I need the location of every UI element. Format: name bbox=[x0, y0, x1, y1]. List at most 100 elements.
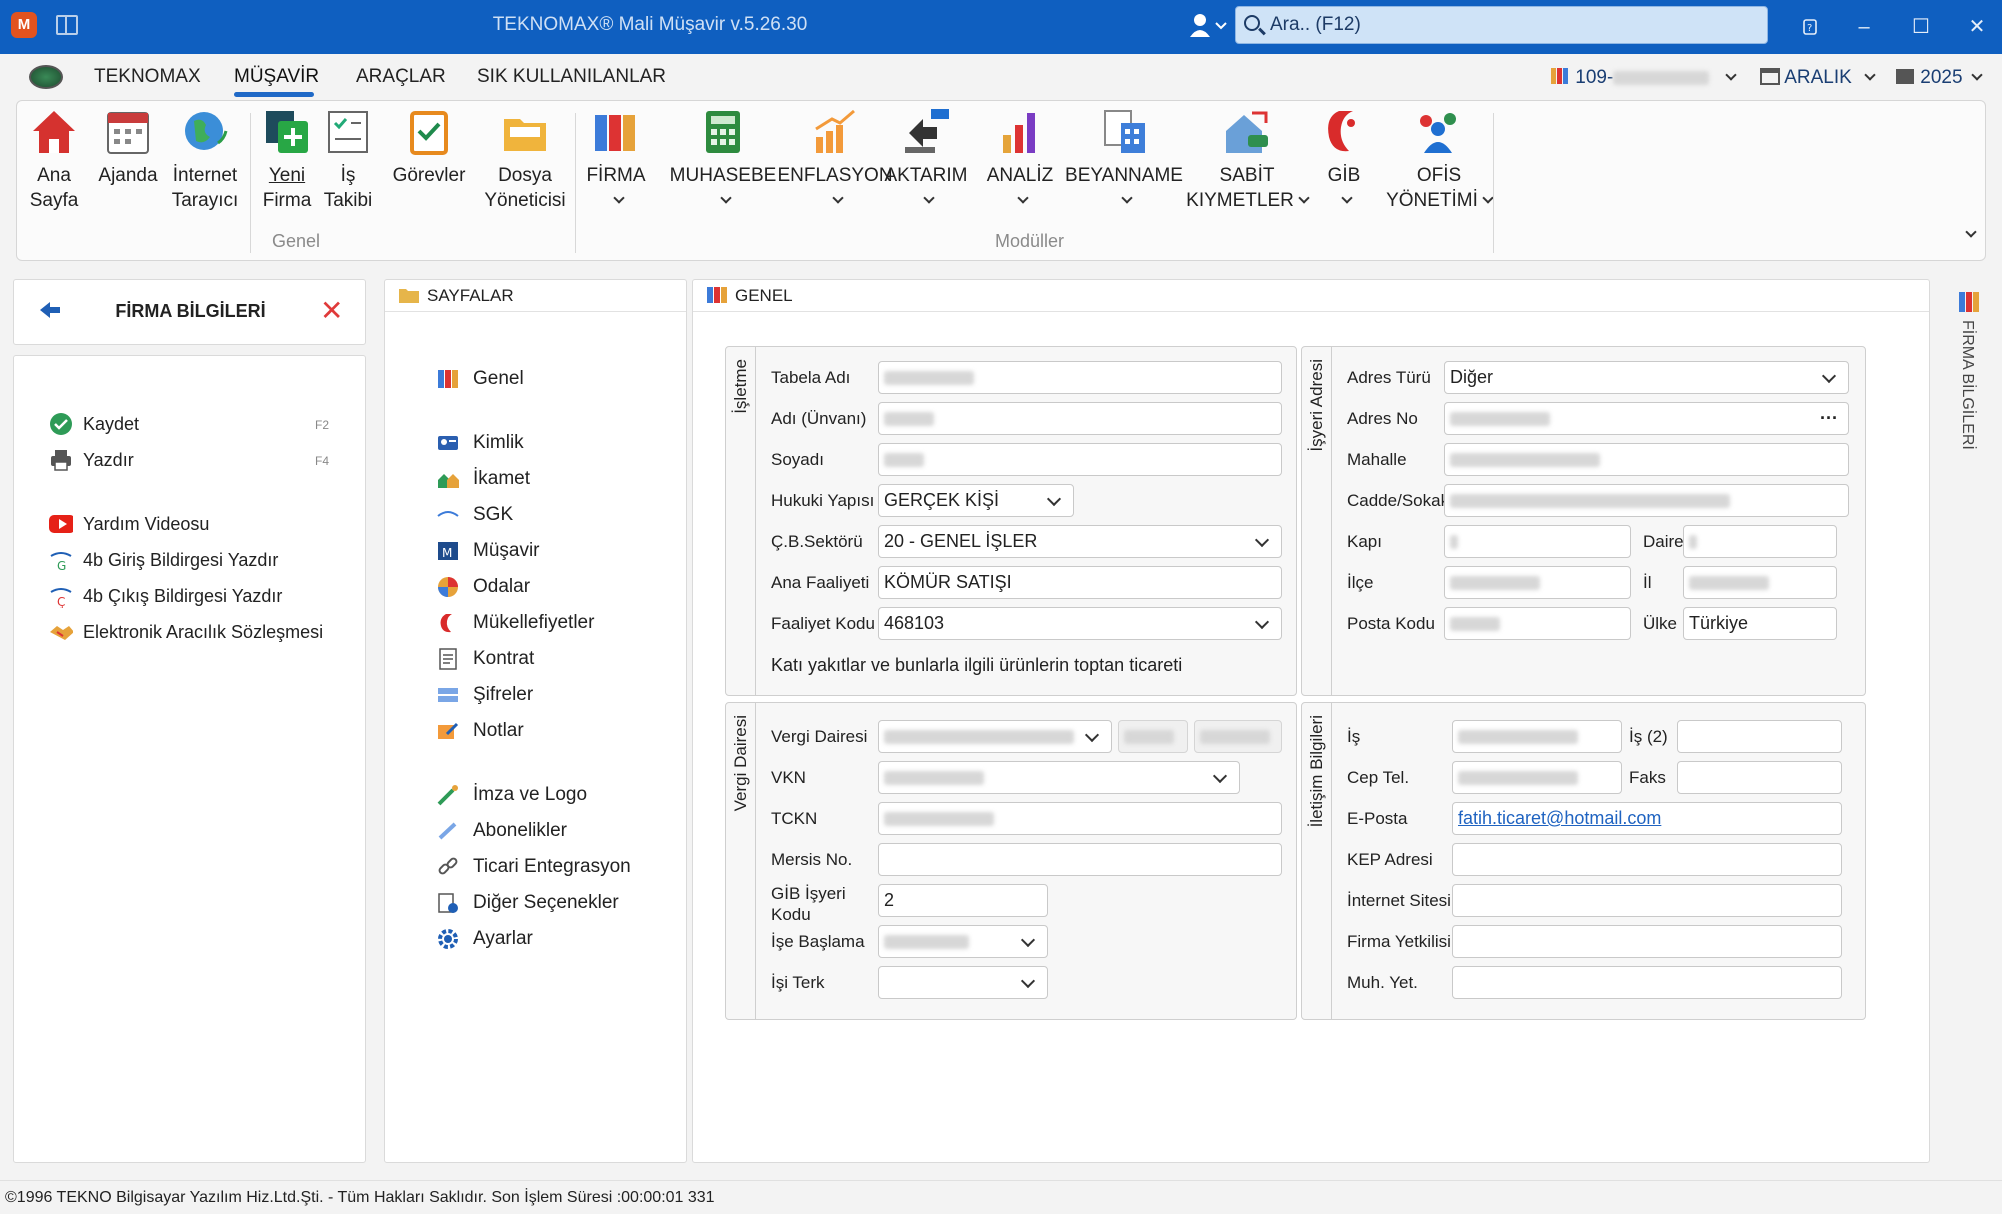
faaliyet-label: Ana Faaliyeti bbox=[771, 573, 870, 592]
ofis-yonetimi-menu-button[interactable]: OFİS YÖNETİMİ bbox=[1381, 107, 1497, 213]
mersis-label: Mersis No. bbox=[771, 850, 853, 869]
tab-araclar[interactable]: ARAÇLAR bbox=[356, 66, 446, 88]
cadde-input[interactable] bbox=[1444, 484, 1849, 517]
is-tel-input[interactable] bbox=[1452, 720, 1622, 753]
muh-yet-label: Muh. Yet. bbox=[1347, 973, 1418, 992]
mersis-input[interactable] bbox=[878, 843, 1282, 876]
adres-no-browse-button[interactable]: ··· bbox=[1820, 403, 1838, 434]
sektor-label: Ç.B.Sektörü bbox=[771, 532, 863, 551]
firma-yetkilisi-label: Firma Yetkilisi bbox=[1347, 932, 1451, 951]
yeni-firma-button[interactable]: Yeni Firma bbox=[259, 107, 315, 213]
soyadi-input[interactable] bbox=[878, 443, 1282, 476]
isi-terk-date[interactable] bbox=[878, 966, 1048, 999]
firma-yetkilisi-input[interactable] bbox=[1452, 925, 1842, 958]
ribbon-collapse-icon[interactable] bbox=[1961, 226, 1977, 245]
ana-sayfa-button[interactable]: Ana Sayfa bbox=[25, 107, 83, 213]
close-icon[interactable]: ✕ bbox=[320, 294, 343, 327]
ribbon-separator bbox=[1493, 113, 1494, 253]
beyanname-menu-button[interactable]: BEYANNAME bbox=[1051, 107, 1197, 213]
tabela-input[interactable] bbox=[878, 361, 1282, 394]
kaydet-label: Kaydet bbox=[83, 414, 140, 434]
adres-no-input[interactable]: ··· bbox=[1444, 402, 1849, 435]
internet-tarayici-button[interactable]: İnternet Tarayıcı bbox=[167, 107, 243, 213]
is2-tel-label: İş (2) bbox=[1629, 727, 1668, 746]
cadde-label: Cadde/Sokak bbox=[1347, 491, 1450, 510]
genel-panel-header: GENEL bbox=[693, 280, 1929, 312]
vkn-select[interactable] bbox=[878, 761, 1240, 794]
ulke-input[interactable]: Türkiye bbox=[1683, 607, 1837, 640]
user-icon[interactable] bbox=[1188, 11, 1228, 41]
task-tracking-icon bbox=[323, 107, 373, 157]
svg-text:Ç: Ç bbox=[57, 595, 65, 608]
signature-icon bbox=[437, 785, 458, 806]
gear-icon bbox=[438, 929, 458, 949]
contract-icon bbox=[439, 648, 457, 670]
svg-text:?: ? bbox=[1807, 23, 1812, 34]
ise-baslama-date[interactable] bbox=[878, 925, 1048, 958]
folder-open-icon bbox=[399, 289, 419, 303]
page-kimlik-label: Kimlik bbox=[473, 432, 524, 453]
daire-input[interactable] bbox=[1683, 525, 1837, 558]
ribbon-separator bbox=[575, 113, 576, 253]
firm-name-blurred bbox=[1613, 70, 1710, 85]
faks-input[interactable] bbox=[1677, 761, 1842, 794]
menu-bar: TEKNOMAX MÜŞAVİR ARAÇLAR SIK KULLANILANL… bbox=[0, 54, 2002, 100]
hukuki-select[interactable]: GERÇEK KİŞİ bbox=[878, 484, 1074, 517]
page-kontrat-label: Kontrat bbox=[473, 648, 535, 669]
tab-musavir[interactable]: MÜŞAVİR bbox=[234, 66, 319, 88]
internet-sitesi-label: İnternet Sitesi bbox=[1347, 891, 1451, 910]
faaliyet-kodu-select[interactable]: 468103 bbox=[878, 607, 1282, 640]
dosya-yoneticisi-button[interactable]: Dosya Yöneticisi bbox=[477, 107, 573, 213]
teknomax-logo-icon[interactable] bbox=[29, 65, 63, 89]
search-placeholder: Ara.. (F12) bbox=[1270, 14, 1361, 35]
genel-form-panel: GENEL İşletme Tabela Adı Adı (Ünvanı) So… bbox=[692, 279, 1930, 1163]
internet-sitesi-input[interactable] bbox=[1452, 884, 1842, 917]
aktarim-menu-button[interactable]: AKTARIM bbox=[881, 107, 971, 213]
muh-yet-input[interactable] bbox=[1452, 966, 1842, 999]
title-bar: M TEKNOMAX® Mali Müşavir v.5.26.30 Ara..… bbox=[0, 0, 2002, 54]
page-ayarlar-label: Ayarlar bbox=[473, 928, 533, 949]
tab-sik-kullanilanlar[interactable]: SIK KULLANILANLAR bbox=[477, 66, 666, 88]
gib-isyeri-kodu-input[interactable]: 2 bbox=[878, 884, 1048, 917]
page-genel-label: Genel bbox=[473, 368, 524, 389]
page-ikamet-label: İkamet bbox=[473, 468, 531, 489]
month-selector[interactable]: ARALIK bbox=[1760, 66, 1876, 89]
tckn-input[interactable] bbox=[878, 802, 1282, 835]
giris-label: 4b Giriş Bildirgesi Yazdır bbox=[83, 550, 279, 570]
sgk-exit-icon: Ç bbox=[50, 588, 72, 608]
minimize-icon[interactable]: – bbox=[1849, 12, 1879, 42]
year-selector[interactable]: 2025 bbox=[1895, 66, 1983, 89]
kep-input[interactable] bbox=[1452, 843, 1842, 876]
ilce-input[interactable] bbox=[1444, 566, 1631, 599]
faaliyet-input[interactable]: KÖMÜR SATIŞI bbox=[878, 566, 1282, 599]
page-imza-label: İmza ve Logo bbox=[473, 784, 588, 805]
svg-text:M: M bbox=[442, 546, 452, 560]
eposta-input[interactable]: fatih.ticaret@hotmail.com bbox=[1452, 802, 1842, 835]
gib-menu-button[interactable]: GİB bbox=[1311, 107, 1377, 213]
search-input[interactable]: Ara.. (F12) bbox=[1235, 6, 1768, 44]
gorevler-button[interactable]: Görevler bbox=[389, 107, 469, 188]
ajanda-button[interactable]: Ajanda bbox=[95, 107, 161, 188]
is2-tel-input[interactable] bbox=[1677, 720, 1842, 753]
tab-teknomax[interactable]: TEKNOMAX bbox=[94, 66, 201, 88]
active-tab-indicator bbox=[234, 92, 314, 97]
firm-selector[interactable]: 109- bbox=[1550, 66, 1737, 89]
sektor-select[interactable]: 20 - GENEL İŞLER bbox=[878, 525, 1282, 558]
il-input[interactable] bbox=[1683, 566, 1837, 599]
eposta-link[interactable]: fatih.ticaret@hotmail.com bbox=[1458, 808, 1661, 828]
printer-icon bbox=[51, 450, 71, 471]
sabit-kiymetler-menu-button[interactable]: SABİT KIYMETLER bbox=[1177, 107, 1317, 213]
help-icon[interactable]: ? bbox=[1795, 12, 1825, 42]
mahalle-input[interactable] bbox=[1444, 443, 1849, 476]
is-takibi-button[interactable]: İş Takibi bbox=[323, 107, 373, 213]
maximize-icon[interactable]: ☐ bbox=[1906, 12, 1936, 42]
cep-tel-input[interactable] bbox=[1452, 761, 1622, 794]
window-title: TEKNOMAX® Mali Müşavir v.5.26.30 bbox=[492, 14, 808, 35]
firma-menu-button[interactable]: FİRMA bbox=[583, 107, 649, 213]
posta-kodu-input[interactable] bbox=[1444, 607, 1631, 640]
close-window-icon[interactable]: ✕ bbox=[1962, 12, 1992, 42]
vergi-dairesi-select[interactable] bbox=[878, 720, 1112, 753]
adi-input[interactable] bbox=[878, 402, 1282, 435]
adres-turu-select[interactable]: Diğer bbox=[1444, 361, 1849, 394]
kapi-input[interactable] bbox=[1444, 525, 1631, 558]
